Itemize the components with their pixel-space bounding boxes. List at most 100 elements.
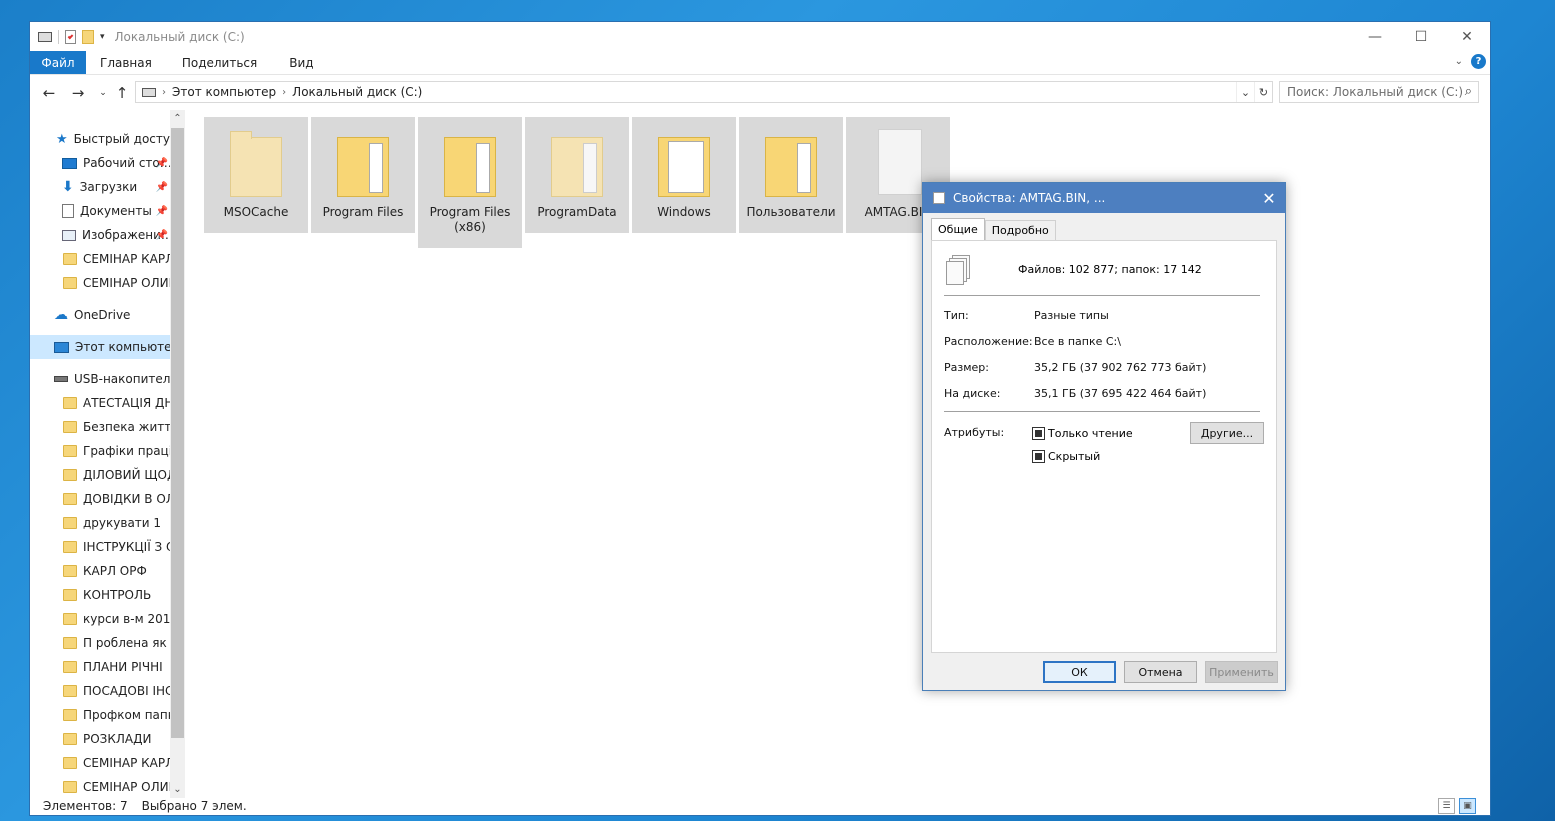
sidebar-item-quick-access[interactable]: ★ Быстрый доступ — [30, 127, 170, 151]
folder-item-windows[interactable]: Windows — [632, 117, 736, 233]
sidebar-item-folder[interactable]: СЕМІНАР ОЛИК — [30, 271, 170, 295]
sidebar-item-folder[interactable]: СЕМІНАР КАРЛ — [30, 751, 170, 775]
breadcrumb-local-disk[interactable]: Локальный диск (C:) — [292, 85, 422, 99]
forward-arrow-icon[interactable]: → — [67, 82, 89, 104]
pin-icon[interactable]: 📌 — [156, 182, 168, 193]
breadcrumb-this-pc[interactable]: Этот компьютер — [172, 85, 276, 99]
up-arrow-icon[interactable]: ↑ — [111, 82, 133, 104]
tab-home[interactable]: Главная — [86, 51, 166, 74]
tab-view[interactable]: Вид — [271, 51, 327, 74]
sidebar-item-folder[interactable]: ІНСТРУКЦІЇ З О. — [30, 535, 170, 559]
sidebar-item-pictures[interactable]: Изображени… 📌 — [30, 223, 170, 247]
new-folder-icon[interactable] — [82, 29, 94, 44]
ribbon-right: ⌄ ? — [1455, 54, 1486, 69]
file-folder-summary: Файлов: 102 877; папок: 17 142 — [1018, 263, 1202, 276]
multiple-files-icon — [933, 192, 945, 204]
divider — [944, 295, 1260, 296]
checkbox-indeterminate[interactable] — [1032, 427, 1045, 440]
ok-button[interactable]: ОК — [1043, 661, 1116, 683]
pin-icon[interactable]: 📌 — [156, 158, 168, 169]
hidden-checkbox[interactable]: Скрытый — [1032, 450, 1100, 463]
dialog-tabs: Общие Подробно — [931, 218, 1056, 240]
search-icon[interactable]: ⌕ — [1465, 84, 1472, 99]
folder-item-program-files[interactable]: Program Files — [311, 117, 415, 233]
attributes-label: Атрибуты: — [944, 426, 1005, 439]
refresh-icon[interactable]: ↻ — [1254, 82, 1272, 102]
folder-item-program-files-x86[interactable]: Program Files (x86) — [418, 117, 522, 248]
sidebar-item-folder[interactable]: Графіки праців — [30, 439, 170, 463]
properties-icon[interactable] — [65, 29, 76, 44]
folder-icon — [226, 127, 286, 199]
sidebar-item-folder[interactable]: П роблена як м — [30, 631, 170, 655]
minimize-button[interactable]: — — [1352, 22, 1398, 51]
tab-share[interactable]: Поделиться — [166, 51, 271, 74]
sidebar-item-folder[interactable]: ПЛАНИ РІЧНІ — [30, 655, 170, 679]
documents-icon — [62, 204, 74, 218]
sidebar-item-folder[interactable]: ДІЛОВИЙ ЩОД — [30, 463, 170, 487]
sidebar-item-documents[interactable]: Документы 📌 — [30, 199, 170, 223]
pin-icon[interactable]: 📌 — [156, 206, 168, 217]
status-bar: Элементов: 7 Выбрано 7 элем. ☰ ▣ — [30, 796, 1490, 816]
sidebar-item-folder[interactable]: КОНТРОЛЬ — [30, 583, 170, 607]
tab-file[interactable]: Файл — [30, 51, 86, 74]
star-icon: ★ — [56, 131, 68, 147]
sidebar-item-folder[interactable]: друкувати 1 — [30, 511, 170, 535]
large-icons-view-icon[interactable]: ▣ — [1459, 798, 1476, 814]
address-history-chevron-icon[interactable]: ⌄ — [1236, 82, 1254, 102]
sidebar-item-onedrive[interactable]: ☁ OneDrive — [30, 303, 170, 327]
maximize-button[interactable]: ☐ — [1398, 22, 1444, 51]
sidebar-item-folder[interactable]: ПОСАДОВІ ІНС — [30, 679, 170, 703]
expand-ribbon-icon[interactable]: ⌄ — [1455, 56, 1463, 67]
properties-dialog: Свойства: AMTAG.BIN, ... ✕ Общие Подробн… — [922, 182, 1286, 691]
folder-item-msocache[interactable]: MSOCache — [204, 117, 308, 233]
cancel-button[interactable]: Отмена — [1124, 661, 1197, 683]
search-input[interactable]: Поиск: Локальный диск (C:) ⌕ — [1279, 81, 1479, 103]
advanced-button[interactable]: Другие... — [1190, 422, 1264, 444]
apply-button[interactable]: Применить — [1205, 661, 1278, 683]
back-arrow-icon[interactable]: ← — [38, 82, 60, 104]
sidebar-item-folder[interactable]: курси в-м 2015 — [30, 607, 170, 631]
usb-drive-icon — [54, 376, 68, 382]
location-label: Расположение: — [944, 335, 1033, 348]
chevron-right-icon[interactable]: › — [282, 87, 286, 98]
sidebar-item-this-pc[interactable]: Этот компьютер — [30, 335, 170, 359]
tab-general[interactable]: Общие — [931, 218, 985, 240]
chevron-right-icon[interactable]: › — [162, 87, 166, 98]
close-button[interactable]: ✕ — [1444, 22, 1490, 51]
folder-item-users[interactable]: Пользователи — [739, 117, 843, 233]
tab-details[interactable]: Подробно — [984, 220, 1056, 240]
pictures-icon — [62, 229, 76, 241]
details-view-icon[interactable]: ☰ — [1438, 798, 1455, 814]
dialog-close-button[interactable]: ✕ — [1253, 183, 1285, 213]
dialog-title: Свойства: AMTAG.BIN, ... — [953, 191, 1106, 205]
address-actions: ⌄ ↻ — [1236, 82, 1272, 102]
scroll-thumb[interactable] — [171, 128, 184, 738]
sidebar-item-desktop[interactable]: Рабочий сто… 📌 — [30, 151, 170, 175]
sidebar-item-folder[interactable]: РОЗКЛАДИ — [30, 727, 170, 751]
folder-item-programdata[interactable]: ProgramData — [525, 117, 629, 233]
pin-icon[interactable]: 📌 — [156, 230, 168, 241]
sidebar-item-folder[interactable]: КАРЛ ОРФ — [30, 559, 170, 583]
folder-icon — [63, 613, 77, 625]
checkbox-indeterminate[interactable] — [1032, 450, 1045, 463]
sidebar-scrollbar[interactable]: ⌃ ⌄ — [170, 110, 185, 798]
sidebar-item-folder[interactable]: ДОВІДКИ В ОЛИ — [30, 487, 170, 511]
sidebar-item-folder[interactable]: АТЕСТАЦІЯ ДНЗ — [30, 391, 170, 415]
size-label: Размер: — [944, 361, 989, 374]
scroll-up-icon[interactable]: ⌃ — [170, 110, 185, 127]
folder-icon — [63, 445, 77, 457]
sidebar-item-folder[interactable]: СЕМІНАР ОЛИК — [30, 775, 170, 798]
drive-icon — [38, 31, 52, 42]
separator — [58, 29, 59, 44]
sidebar-item-folder[interactable]: Профком папка — [30, 703, 170, 727]
address-bar[interactable]: › Этот компьютер › Локальный диск (C:) ⌄… — [135, 81, 1273, 103]
dialog-title-bar[interactable]: Свойства: AMTAG.BIN, ... — [923, 183, 1285, 213]
sidebar-item-folder[interactable]: Безпека життєді — [30, 415, 170, 439]
hidden-label: Скрытый — [1048, 450, 1101, 463]
sidebar-item-folder[interactable]: СЕМІНАР КАРЛ — [30, 247, 170, 271]
readonly-checkbox[interactable]: Только чтение — [1032, 427, 1133, 440]
sidebar-item-downloads[interactable]: ⬇ Загрузки 📌 — [30, 175, 170, 199]
help-icon[interactable]: ? — [1471, 54, 1486, 69]
sidebar-item-usb-drive[interactable]: USB-накопитель — [30, 367, 170, 391]
chevron-down-icon[interactable]: ▾ — [100, 32, 105, 42]
